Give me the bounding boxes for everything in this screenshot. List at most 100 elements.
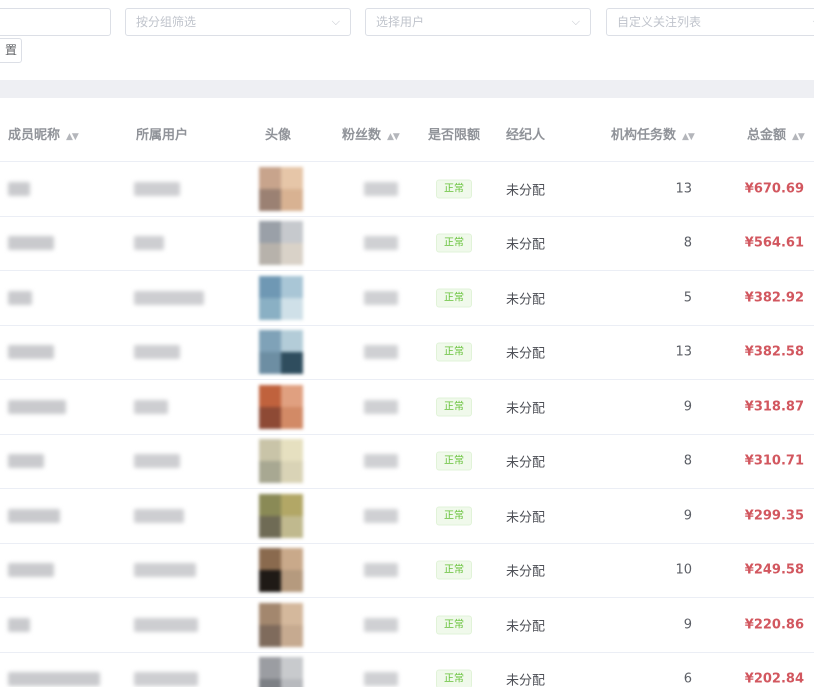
owner-user-redacted	[134, 672, 198, 687]
owner-user-redacted	[134, 508, 184, 523]
total-amount-cell: ¥220.86	[744, 617, 804, 633]
agent-cell: 未分配	[506, 237, 546, 253]
total-amount-cell: ¥318.87	[744, 399, 804, 415]
custom-columns-select[interactable]: 自定义关注列表 ⌵	[606, 8, 814, 36]
header-tasks-label: 机构任务数	[611, 128, 677, 143]
user-select[interactable]: 选择用户 ⌵	[365, 8, 591, 36]
filter-bar: 按分组筛选 ⌵ 选择用户 ⌵ 自定义关注列表 ⌵ 置	[0, 0, 814, 80]
fans-count-redacted	[364, 399, 398, 414]
header-fans[interactable]: 粉丝数 ▲▼	[342, 124, 400, 143]
owner-user-redacted	[134, 617, 198, 632]
status-badge: 正常	[436, 179, 472, 199]
owner-user-redacted	[134, 345, 180, 360]
header-user: 所属用户	[136, 124, 188, 143]
group-filter-placeholder: 按分组筛选	[136, 15, 197, 29]
header-fans-label: 粉丝数	[342, 128, 382, 143]
agent-cell: 未分配	[506, 401, 546, 417]
total-amount-cell: ¥564.61	[744, 235, 804, 251]
header-nickname[interactable]: 成员昵称 ▲▼	[8, 124, 79, 143]
sort-icon[interactable]: ▲▼	[66, 132, 79, 142]
task-count-cell: 9	[683, 617, 692, 633]
fans-count-redacted	[364, 672, 398, 687]
header-limited-label: 是否限额	[428, 128, 481, 143]
total-amount-cell: ¥299.35	[744, 508, 804, 524]
member-nickname-redacted	[8, 181, 30, 196]
status-badge: 正常	[436, 669, 472, 687]
table-body: 正常 未分配 13 ¥670.69 正常 未分配 8 ¥564.61 正常 未分配 5 ¥382.92…	[0, 162, 814, 687]
fans-count-redacted	[364, 236, 398, 251]
task-count-cell: 10	[675, 562, 692, 578]
task-count-cell: 5	[683, 290, 692, 306]
status-badge: 正常	[436, 615, 472, 635]
fans-count-redacted	[364, 181, 398, 196]
chevron-down-icon: ⌵	[331, 15, 340, 28]
avatar	[259, 384, 303, 429]
header-avatar: 头像	[265, 124, 291, 143]
avatar	[259, 221, 303, 266]
task-count-cell: 13	[675, 181, 692, 197]
agent-cell: 未分配	[506, 673, 546, 687]
task-count-cell: 9	[683, 399, 692, 415]
fans-count-redacted	[364, 563, 398, 578]
table-row: 正常 未分配 6 ¥202.84	[0, 653, 814, 687]
avatar	[259, 330, 303, 375]
avatar	[259, 275, 303, 320]
task-count-cell: 9	[683, 508, 692, 524]
group-filter-select[interactable]: 按分组筛选 ⌵	[125, 8, 351, 36]
agent-cell: 未分配	[506, 455, 546, 471]
status-badge: 正常	[436, 233, 472, 253]
header-avatar-label: 头像	[265, 128, 292, 143]
reset-button[interactable]: 置	[0, 38, 22, 63]
avatar	[259, 166, 303, 211]
agent-cell: 未分配	[506, 183, 546, 199]
table-row: 正常 未分配 5 ¥382.92	[0, 271, 814, 326]
owner-user-redacted	[134, 454, 180, 469]
total-amount-cell: ¥382.92	[744, 290, 804, 306]
total-amount-cell: ¥202.84	[744, 671, 804, 687]
owner-user-redacted	[134, 181, 180, 196]
fans-count-redacted	[364, 454, 398, 469]
member-nickname-redacted	[8, 399, 66, 414]
header-tasks[interactable]: 机构任务数 ▲▼	[611, 124, 695, 143]
owner-user-redacted	[134, 290, 204, 305]
status-badge: 正常	[436, 451, 472, 471]
header-user-label: 所属用户	[136, 128, 189, 143]
header-nickname-label: 成员昵称	[8, 128, 61, 143]
task-count-cell: 8	[683, 453, 692, 469]
avatar	[259, 548, 303, 593]
chevron-down-icon: ⌵	[571, 15, 580, 28]
table-row: 正常 未分配 13 ¥670.69	[0, 162, 814, 217]
fans-count-redacted	[364, 345, 398, 360]
member-nickname-redacted	[8, 345, 54, 360]
user-select-placeholder: 选择用户	[376, 15, 425, 29]
first-filter-select[interactable]	[0, 8, 111, 36]
total-amount-cell: ¥310.71	[744, 453, 804, 469]
member-nickname-redacted	[8, 236, 54, 251]
header-total-label: 总金额	[747, 128, 787, 143]
table-row: 正常 未分配 9 ¥318.87	[0, 380, 814, 435]
fans-count-redacted	[364, 508, 398, 523]
sort-icon[interactable]: ▲▼	[682, 132, 695, 142]
fans-count-redacted	[364, 617, 398, 632]
header-agent: 经纪人	[506, 124, 545, 143]
sort-icon[interactable]: ▲▼	[792, 132, 805, 142]
member-nickname-redacted	[8, 508, 60, 523]
member-nickname-redacted	[8, 290, 32, 305]
task-count-cell: 13	[675, 344, 692, 360]
header-total[interactable]: 总金额 ▲▼	[747, 124, 805, 143]
custom-columns-placeholder: 自定义关注列表	[617, 15, 702, 29]
status-badge: 正常	[436, 288, 472, 308]
total-amount-cell: ¥249.58	[744, 562, 804, 578]
avatar	[259, 602, 303, 647]
task-count-cell: 8	[683, 235, 692, 251]
member-nickname-redacted	[8, 454, 44, 469]
total-amount-cell: ¥670.69	[744, 181, 804, 197]
member-nickname-redacted	[8, 617, 30, 632]
sort-icon[interactable]: ▲▼	[387, 132, 400, 142]
agent-cell: 未分配	[506, 619, 546, 635]
agent-cell: 未分配	[506, 510, 546, 526]
member-nickname-redacted	[8, 672, 100, 687]
status-badge: 正常	[436, 506, 472, 526]
agent-cell: 未分配	[506, 292, 546, 308]
header-limited: 是否限额	[428, 124, 480, 143]
